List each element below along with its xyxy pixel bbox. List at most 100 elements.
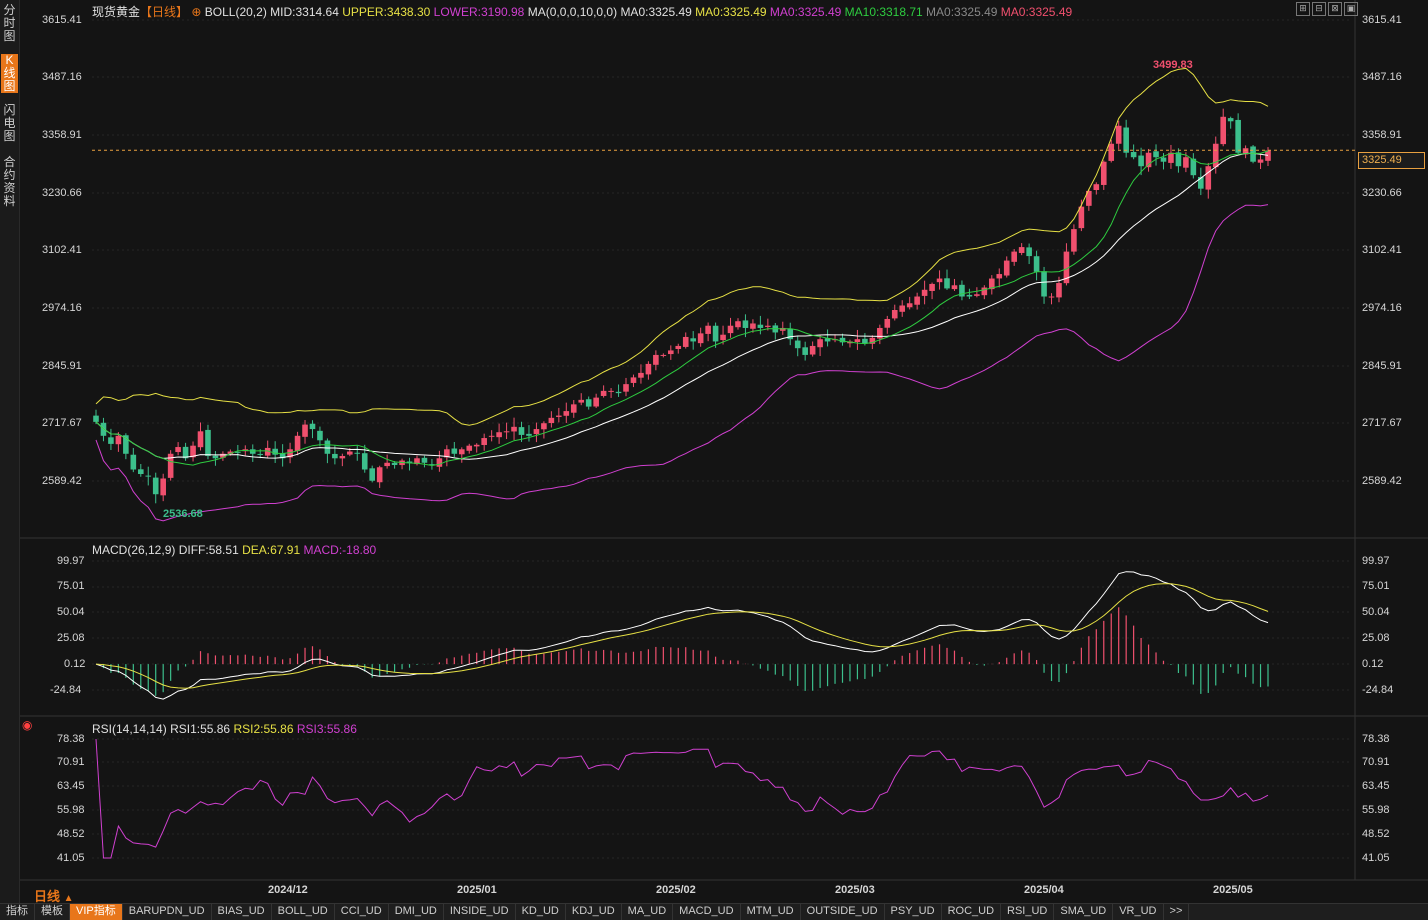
macd-tick-right: -24.84 [1362,684,1394,696]
candle-body [682,336,689,347]
add-indicator-icon[interactable]: ⊕ [191,5,201,19]
expand-icon[interactable]: ⊞ [1296,2,1310,16]
macd-tick-right: 25.08 [1362,632,1390,644]
price-tick-left: 3358.91 [42,129,82,141]
tab-mtm-ud[interactable]: MTM_UD [741,904,801,920]
tab-sma-ud[interactable]: SMA_UD [1054,904,1114,920]
boll-lower-line [95,204,1269,522]
rsi-tick-right: 41.05 [1362,852,1390,864]
period-tag[interactable]: 【日线】 [140,5,188,19]
tab-boll-ud[interactable]: BOLL_UD [272,904,335,920]
tab-outside-ud[interactable]: OUTSIDE_UD [801,904,885,920]
candle-body [130,454,137,470]
header-line: 现货黄金【日线】 ⊕ BOLL(20,2) MID:3314.64 UPPER:… [92,3,1072,20]
price-tick-left: 2589.42 [42,475,82,487]
macd-tick-left: 50.04 [57,606,85,618]
candle-body [906,303,913,308]
candle-body [1257,159,1264,163]
candle-body [608,390,614,392]
tab-ma-ud[interactable]: MA_UD [622,904,674,920]
tab-roc-ud[interactable]: ROC_UD [942,904,1002,920]
tab--[interactable]: 指标 [0,904,35,920]
candle-body [712,325,719,342]
candle-body [615,391,622,394]
tab-dmi-ud[interactable]: DMI_UD [389,904,444,920]
layout-icon[interactable]: ⊠ [1328,2,1342,16]
indicator-tab-bar: 指标 模板 VIP指标 BARUPDN_UD BIAS_UD BOLL_UD CCI_UD D… [0,903,1428,920]
window-controls: ⊞ ⊟ ⊠ ▣ [1296,2,1358,16]
candle-body [451,448,458,454]
price-tick-left: 2717.67 [42,417,82,429]
candle-body [354,452,361,454]
candle-body [160,478,166,496]
macd-tick-right: 0.12 [1362,658,1384,670]
tab-psy-ud[interactable]: PSY_UD [885,904,942,920]
candle-body [376,467,383,483]
tab-vip-[interactable]: VIP指标 [70,904,123,920]
candle-body [473,444,480,447]
tab-macd-ud[interactable]: MACD_UD [673,904,741,920]
rsi-tick-left: 70.91 [57,756,85,768]
candle-body [653,354,659,365]
ma-label[interactable]: MA(0,0,0,10,0,0) [528,5,617,19]
tab-kdj-ud[interactable]: KDJ_UD [566,904,622,920]
price-tick-left: 3487.16 [42,71,82,83]
candle-body [503,431,510,433]
candle-body [137,469,144,474]
tab-time-sharing[interactable]: 分时图 [1,4,18,43]
tab--[interactable]: 模板 [35,904,70,920]
tab-cci-ud[interactable]: CCI_UD [335,904,389,920]
candle-body [936,278,943,283]
rsi-line [95,738,1269,859]
tab-kd-ud[interactable]: KD_UD [516,904,566,920]
candle-body [809,345,816,355]
candle-body [570,404,577,413]
tab-inside-ud[interactable]: INSIDE_UD [444,904,516,920]
candle-body [1212,143,1219,168]
price-tick-left: 3102.41 [42,244,82,256]
candle-body [884,318,891,328]
split-icon[interactable]: ⊟ [1312,2,1326,16]
boll-label[interactable]: BOLL(20,2) [205,5,267,19]
candle-body [951,285,958,290]
candle-body [488,435,495,437]
maximize-icon[interactable]: ▣ [1344,2,1358,16]
tab-flash-chart[interactable]: 闪电图 [1,104,18,143]
candle-body [1026,247,1032,257]
rsi-tick-right: 70.91 [1362,756,1390,768]
candle-body [526,433,532,436]
price-tick-right: 2974.16 [1362,302,1402,314]
ma-value-6: MA0:3325.49 [1000,5,1073,19]
tab--[interactable]: >> [1164,904,1190,920]
macd-tick-left: 25.08 [57,632,85,644]
candle-body [1048,296,1055,298]
current-price-tag: 3325.49 [1358,152,1425,169]
candle-body [458,449,465,455]
pin-icon[interactable]: ◉ [22,718,32,732]
candle-body [877,327,883,339]
tab-kline[interactable]: K线图 [1,54,18,93]
candle-body [496,432,502,438]
tab-contract-info[interactable]: 合约资料 [1,156,18,208]
candle-body [511,426,517,432]
candle-body [675,345,682,349]
candle-body [705,325,711,334]
rsi-tick-right: 63.45 [1362,780,1390,792]
chart-canvas[interactable] [0,0,1428,903]
candle-body [854,339,861,343]
tab-vr-ud[interactable]: VR_UD [1113,904,1164,920]
candle-body [302,424,308,437]
candle-body [1183,157,1189,168]
date-label: 2025/01 [457,884,497,896]
tab-bias-ud[interactable]: BIAS_UD [212,904,272,920]
boll-mid: MID:3314.64 [270,5,339,19]
tab-barupdn-ud[interactable]: BARUPDN_UD [123,904,212,920]
macd-label[interactable]: MACD(26,12,9) [92,543,175,557]
candle-body [750,323,756,329]
candle-body [1220,116,1227,145]
tab-rsi-ud[interactable]: RSI_UD [1001,904,1055,920]
candle-body [518,427,525,435]
macd-tick-left: 0.12 [64,658,86,670]
price-tick-right: 3487.16 [1362,71,1402,83]
rsi-label[interactable]: RSI(14,14,14) [92,722,167,736]
